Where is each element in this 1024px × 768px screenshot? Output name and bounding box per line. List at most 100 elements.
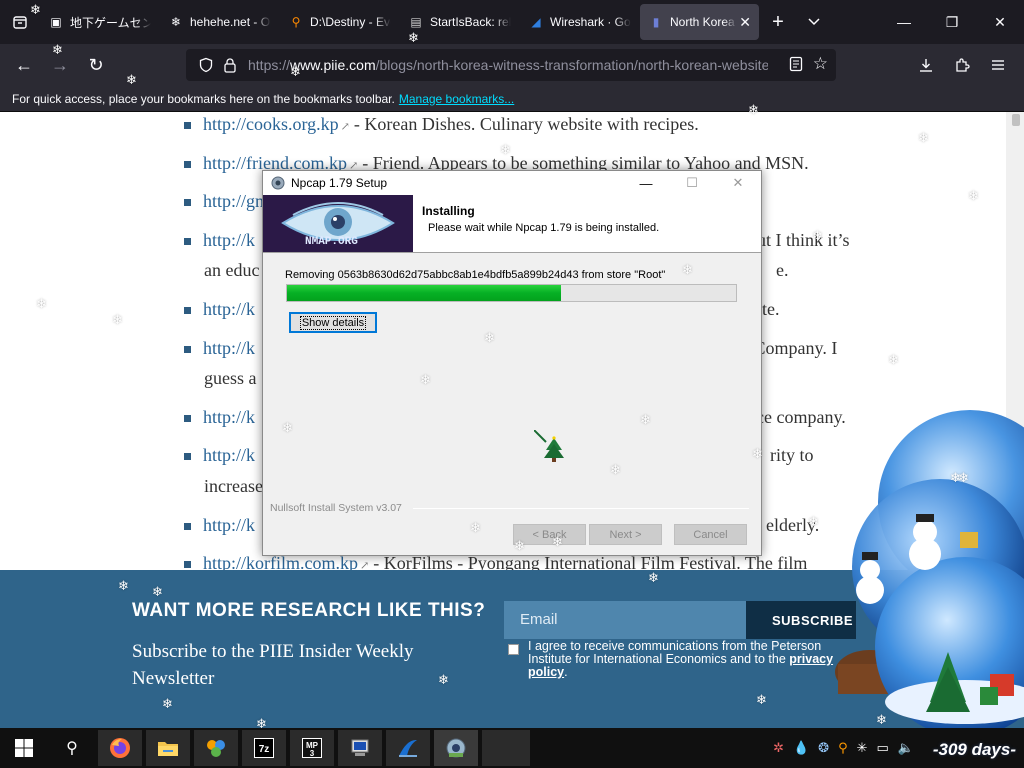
forward-button[interactable]: → [42, 49, 78, 81]
list-item: http://cooks.org.kp ↗ - Korean Dishes. Cul… [184, 114, 699, 135]
next-button[interactable]: Next > [589, 524, 662, 545]
tab-title: North Korea [670, 15, 735, 29]
scrollbar-arrow[interactable] [1012, 114, 1020, 126]
list-item: guess a [204, 368, 257, 389]
external-link[interactable]: http://k [203, 407, 255, 427]
external-link[interactable]: http://k [203, 299, 255, 319]
back-button[interactable]: ← [6, 49, 42, 81]
bullet [184, 453, 191, 461]
taskbar-network-app[interactable] [336, 728, 384, 768]
agree-checkbox[interactable] [508, 644, 519, 655]
nmap-logo: NMAP.ORG [263, 195, 413, 252]
taskbar-app-3[interactable] [192, 728, 240, 768]
mp3-icon: MP3 [302, 738, 322, 758]
link-description: rity to [770, 445, 814, 465]
close-button[interactable]: ✕ [976, 0, 1024, 44]
lock-icon[interactable] [218, 57, 242, 73]
taskbar-npcap-setup[interactable] [432, 728, 480, 768]
minimize-button[interactable]: — [880, 0, 928, 44]
taskbar-mp3tag[interactable]: MP 3 [288, 728, 336, 768]
newsletter-subtitle: Subscribe to the PIIE Insider Weekly New… [132, 641, 414, 689]
installer-icon [446, 738, 466, 758]
folder-icon [158, 742, 178, 756]
taskbar-wireshark[interactable] [384, 728, 432, 768]
external-link[interactable]: http://k [203, 445, 255, 465]
installer-heading: Installing [422, 204, 475, 218]
tray-brightness-icon[interactable]: ✳ [857, 740, 868, 756]
list-item: http://k elderly. [184, 515, 819, 536]
downloads-button[interactable] [908, 49, 944, 81]
installer-minimize-button[interactable]: — [623, 171, 669, 195]
reload-button[interactable]: ↻ [78, 49, 114, 81]
tab-3[interactable]: ▤ StartIsBack: release [400, 4, 519, 40]
tab-title: 地下ゲームセンター [70, 15, 151, 30]
taskbar-file-explorer[interactable] [144, 728, 192, 768]
page-scrollbar[interactable] [1006, 112, 1024, 570]
installer-maximize-button[interactable]: ☐ [669, 171, 715, 195]
wireshark-icon: ◢ [531, 15, 541, 29]
email-input[interactable]: Email [504, 601, 746, 639]
search-button[interactable]: ⚲ [48, 728, 96, 768]
tab-2[interactable]: ⚲ D:\Destiny - Everything [280, 4, 399, 40]
tray-network-icon[interactable]: ▭ [877, 740, 889, 756]
list-all-tabs-button[interactable] [796, 4, 832, 40]
tracking-protection-icon[interactable] [194, 57, 218, 73]
installer-titlebar[interactable]: Npcap 1.79 Setup — ☐ ✕ [263, 171, 761, 195]
firefox-icon [110, 738, 130, 758]
tab-close-icon[interactable]: ✕ [739, 14, 751, 31]
installer-title: Npcap 1.79 Setup [291, 176, 388, 190]
installer-app-icon [271, 176, 285, 190]
bullet [184, 199, 191, 207]
external-link[interactable]: http://k [203, 230, 255, 250]
url-bar[interactable]: https://www.piie.com/blogs/north-korea-w… [186, 49, 836, 81]
tab-list-icon [13, 16, 27, 29]
taskbar: ⚲ 7z MP 3 ✲ 💧 ❂ ⚲ ✳ ▭ 🔈 -309 days- [0, 728, 1024, 768]
tray-colorful-icon[interactable]: ❂ [818, 740, 829, 756]
hamburger-icon [992, 60, 1004, 70]
url-bar-actions: ☆ [789, 55, 828, 75]
external-link-icon: ↗ [340, 121, 350, 133]
taskbar-firefox[interactable] [96, 728, 144, 768]
tray-search-icon[interactable]: ⚲ [838, 740, 848, 756]
nsis-branding: Nullsoft Install System v3.07 [270, 502, 402, 514]
newsletter-section: WANT MORE RESEARCH LIKE THIS? Subscribe … [0, 570, 1024, 728]
manage-bookmarks-link[interactable]: Manage bookmarks... [399, 92, 514, 106]
installer-close-button[interactable]: ✕ [715, 171, 761, 195]
extensions-button[interactable] [944, 49, 980, 81]
tray-volume-icon[interactable]: 🔈 [898, 740, 914, 756]
bookmark-star-icon[interactable]: ☆ [813, 55, 828, 75]
tab-title: hehehe.net - Online [190, 15, 271, 29]
tab-4[interactable]: ◢ Wireshark · Go Deep [520, 4, 639, 40]
reader-view-icon[interactable] [789, 56, 803, 75]
tab-0[interactable]: ▣ 地下ゲームセンター [40, 4, 159, 40]
link-description: an educ [204, 260, 260, 280]
external-link[interactable]: http://k [203, 338, 255, 358]
external-link[interactable]: http://k [203, 515, 255, 535]
url-text[interactable]: https://www.piie.com/blogs/north-korea-w… [248, 57, 768, 73]
tab-5[interactable]: ▮ North Korea ✕ [640, 4, 759, 40]
installer-window: Npcap 1.79 Setup — ☐ ✕ NMAP.ORG Installi [262, 170, 762, 556]
close-icon: ✕ [994, 13, 1006, 30]
tab-list-button[interactable] [0, 0, 40, 44]
page-icon: ▣ [50, 15, 62, 29]
new-tab-button[interactable]: + [760, 4, 796, 40]
external-link[interactable]: http://cooks.org.kp [203, 114, 339, 134]
menu-button[interactable] [980, 49, 1016, 81]
start-button[interactable] [0, 728, 48, 768]
arrow-left-icon: ← [15, 54, 33, 75]
arrow-right-icon: → [51, 54, 69, 75]
tab-1[interactable]: ❄ hehehe.net - Online [160, 4, 279, 40]
taskbar-7zip[interactable]: 7z [240, 728, 288, 768]
back-button-installer[interactable]: < Back [513, 524, 586, 545]
tray-app-icon[interactable]: ✲ [773, 740, 784, 756]
list-item: http://k ut I think it’s [184, 230, 850, 251]
subscribe-button[interactable]: SUBSCRIBE [746, 601, 856, 639]
bullet [184, 346, 191, 354]
show-details-button[interactable]: Show details [289, 312, 377, 333]
link-description-tail: e. [776, 260, 789, 280]
cancel-button[interactable]: Cancel [674, 524, 747, 545]
list-item: http://k rity to [184, 445, 814, 466]
bullet [184, 238, 191, 246]
maximize-button[interactable]: ❐ [928, 0, 976, 44]
tray-drop-icon[interactable]: 💧 [793, 740, 809, 756]
